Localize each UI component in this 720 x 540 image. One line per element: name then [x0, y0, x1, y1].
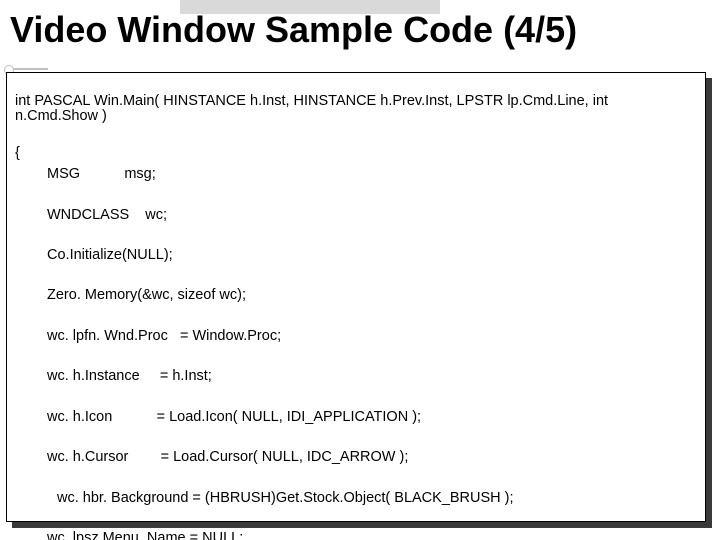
- code-content: int PASCAL Win.Main( HINSTANCE h.Inst, H…: [15, 79, 697, 540]
- slide-title: Video Window Sample Code (4/5): [10, 10, 577, 50]
- slide: Video Window Sample Code (4/5) int PASCA…: [0, 0, 720, 540]
- code-line: MSG msg;: [15, 167, 697, 182]
- title-accent: [8, 68, 48, 70]
- code-line: Co.Initialize(NULL);: [15, 248, 697, 263]
- code-line: wc. h.Instance = h.Inst;: [15, 369, 697, 384]
- code-panel-body: int PASCAL Win.Main( HINSTANCE h.Inst, H…: [6, 72, 706, 522]
- code-signature: int PASCAL Win.Main( HINSTANCE h.Inst, H…: [15, 94, 655, 124]
- code-line: wc. h.Cursor = Load.Cursor( NULL, IDC_AR…: [15, 450, 697, 465]
- code-brace: {: [15, 145, 20, 161]
- code-line: Zero. Memory(&wc, sizeof wc);: [15, 288, 697, 303]
- code-line: wc. h.Icon = Load.Icon( NULL, IDI_APPLIC…: [15, 410, 697, 425]
- code-line: wc. hbr. Background = (HBRUSH)Get.Stock.…: [15, 491, 697, 506]
- code-line: wc. lpfn. Wnd.Proc = Window.Proc;: [15, 329, 697, 344]
- code-panel: int PASCAL Win.Main( HINSTANCE h.Inst, H…: [6, 72, 710, 526]
- code-line: wc. lpsz.Menu. Name = NULL;: [15, 531, 697, 540]
- code-line: WNDCLASS wc;: [15, 208, 697, 223]
